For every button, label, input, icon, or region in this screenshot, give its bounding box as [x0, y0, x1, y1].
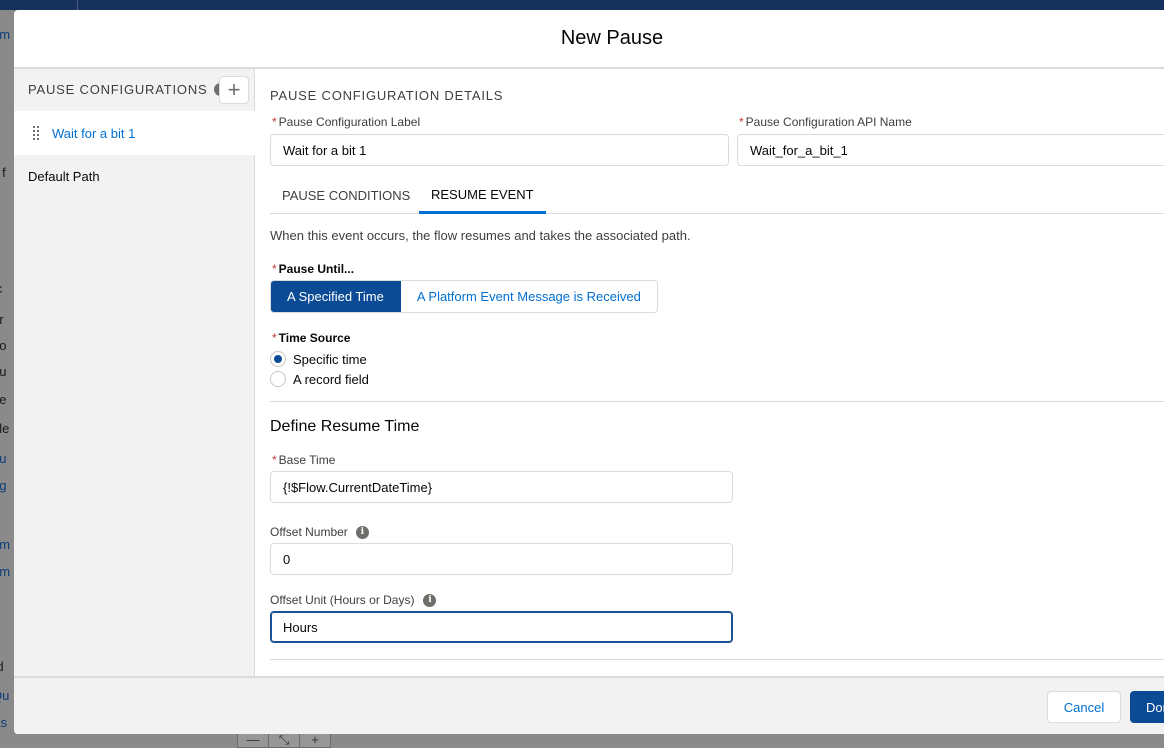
radio-label: Specific time [293, 351, 367, 367]
bg-text-fragment: eu [0, 451, 7, 466]
modal-body: PAUSE CONFIGURATIONS i + Wait for a bit … [14, 69, 1164, 676]
cancel-button[interactable]: Cancel [1047, 691, 1121, 723]
label-field-label: * Pause Configuration Label [272, 115, 421, 129]
tab-bar: PAUSE CONDITIONS RESUME EVENT [270, 177, 1164, 214]
bg-text-fragment: em [0, 564, 11, 579]
tab-pause-conditions[interactable]: PAUSE CONDITIONS [282, 177, 410, 214]
base-time-input[interactable]: {!$Flow.CurrentDateTime} [270, 471, 733, 503]
resume-event-description: When this event occurs, the flow resumes… [270, 228, 691, 243]
required-marker: * [272, 262, 277, 276]
pause-configuration-label-input[interactable]: Wait for a bit 1 [270, 134, 729, 166]
bg-text-fragment: em [0, 537, 11, 552]
new-pause-modal: New Pause PAUSE CONFIGURATIONS i + Wait … [14, 10, 1164, 734]
canvas-zoom-toolbar: — ⤡ + [237, 732, 331, 748]
info-icon[interactable]: i [355, 525, 369, 539]
modal-title: New Pause [560, 27, 664, 49]
time-source-label: * Time Source [272, 331, 351, 345]
radio-selected-icon[interactable] [270, 351, 286, 367]
sidebar-header: PAUSE CONFIGURATIONS i [14, 69, 254, 110]
pause-until-button-group: A Specified Time A Platform Event Messag… [270, 280, 658, 313]
add-pause-configuration-button[interactable]: + [219, 76, 249, 104]
offset-unit-label: Offset Unit (Hours or Days) i [270, 593, 437, 607]
radio-specific-time[interactable]: Specific time [270, 351, 367, 367]
offset-unit-input[interactable]: Hours [270, 611, 733, 643]
background-top-bar [0, 0, 1164, 10]
required-marker: * [272, 331, 277, 345]
pause-configuration-details: PAUSE CONFIGURATION DETAILS * Pause Confi… [270, 69, 1164, 676]
drag-handle-icon[interactable] [33, 126, 39, 140]
radio-a-record-field[interactable]: A record field [270, 371, 369, 387]
required-marker: * [739, 115, 744, 129]
modal-header: New Pause [14, 10, 1164, 69]
background-canvas-left: em s f e tc gr no eu ue gle eu ag ) em e… [0, 10, 14, 748]
background-canvas-bottom [14, 732, 1164, 748]
info-icon[interactable]: i [423, 593, 437, 607]
zoom-out-icon: — [238, 733, 269, 747]
bg-text-fragment: gle [0, 421, 10, 436]
bg-text-fragment: eu [0, 364, 7, 379]
modal-footer: Cancel Done [14, 676, 1164, 734]
tab-resume-event[interactable]: RESUME EVENT [419, 177, 546, 214]
sidebar-item-label: Wait for a bit 1 [52, 125, 136, 141]
bg-text-fragment: Qu [0, 688, 10, 703]
bg-text-fragment: em [0, 27, 11, 42]
required-marker: * [272, 453, 277, 467]
required-marker: * [272, 115, 277, 129]
bg-text-fragment: gr [0, 312, 4, 327]
bg-text-fragment: s f [0, 165, 6, 180]
radio-label: A record field [293, 371, 369, 387]
platform-event-message-button[interactable]: A Platform Event Message is Received [401, 281, 657, 312]
section-title: PAUSE CONFIGURATION DETAILS [270, 88, 504, 103]
pause-configurations-sidebar: PAUSE CONFIGURATIONS i + Wait for a bit … [14, 69, 255, 676]
pause-until-label: * Pause Until... [272, 262, 355, 276]
pause-configuration-api-name-input[interactable]: Wait_for_a_bit_1 [737, 134, 1164, 166]
bg-text-fragment: ag [0, 478, 7, 493]
define-resume-time-heading: Define Resume Time [270, 418, 420, 435]
plus-icon: + [227, 77, 241, 102]
bg-text-fragment: tc [0, 281, 2, 296]
sidebar-item-default-path[interactable]: Default Path [28, 169, 100, 184]
sidebar-header-label: PAUSE CONFIGURATIONS [28, 82, 208, 97]
done-button[interactable]: Done [1130, 691, 1164, 723]
bg-text-fragment: As [0, 715, 8, 730]
offset-number-label: Offset Number i [270, 525, 369, 539]
bg-text-fragment: rd [0, 659, 4, 674]
radio-unselected-icon[interactable] [270, 371, 286, 387]
a-specified-time-button[interactable]: A Specified Time [271, 281, 401, 312]
sidebar-item-wait-for-a-bit-1[interactable]: Wait for a bit 1 [14, 111, 255, 155]
base-time-label: * Base Time [272, 453, 336, 467]
bg-text-fragment: ue [0, 392, 7, 407]
fit-view-icon: ⤡ [269, 733, 300, 747]
api-name-field-label: * Pause Configuration API Name [739, 115, 912, 129]
offset-number-input[interactable]: 0 [270, 543, 733, 575]
section-divider [270, 659, 1164, 660]
zoom-in-icon: + [311, 732, 319, 747]
section-divider [270, 401, 1164, 402]
bg-text-fragment: no [0, 338, 7, 353]
